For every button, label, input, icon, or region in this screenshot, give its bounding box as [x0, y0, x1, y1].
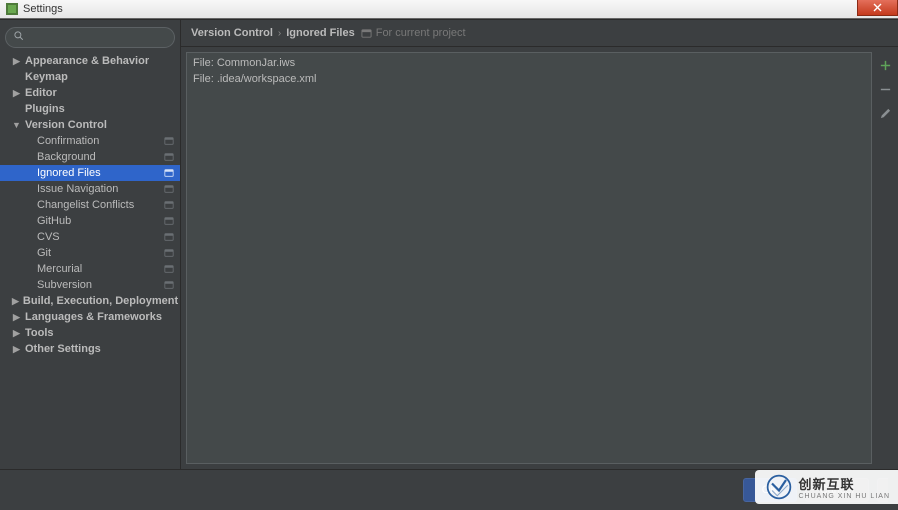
- arrow-right-icon: ▶: [12, 345, 21, 354]
- arrow-right-icon: ▶: [12, 57, 21, 66]
- tree-item[interactable]: Background: [0, 149, 180, 165]
- tree-item[interactable]: ▶ Other Settings: [0, 341, 180, 357]
- tree-item-label: Appearance & Behavior: [25, 55, 174, 67]
- watermark-logo-icon: [765, 473, 793, 501]
- project-scope-icon: [164, 200, 174, 210]
- arrow-down-icon: ▼: [12, 121, 21, 130]
- breadcrumb: Version Control › Ignored Files For curr…: [181, 20, 898, 47]
- tree-item-label: Other Settings: [25, 343, 174, 355]
- project-scope-icon: [164, 136, 174, 146]
- arrow-right-icon: ▶: [12, 89, 21, 98]
- app-icon: [5, 2, 19, 16]
- tree-item-label: Git: [37, 247, 164, 259]
- remove-button[interactable]: [876, 80, 894, 98]
- tree-item[interactable]: GitHub: [0, 213, 180, 229]
- tree-item[interactable]: ▶ Languages & Frameworks: [0, 309, 180, 325]
- project-scope-icon: [164, 248, 174, 258]
- project-scope-icon: [164, 184, 174, 194]
- tree-item[interactable]: Changelist Conflicts: [0, 197, 180, 213]
- tree-item[interactable]: ▶ Build, Execution, Deployment: [0, 293, 180, 309]
- watermark-text-cn: 创新互联: [798, 474, 890, 493]
- tree-item-label: Changelist Conflicts: [37, 199, 164, 211]
- tree-item[interactable]: Issue Navigation: [0, 181, 180, 197]
- tree-item-label: Keymap: [25, 71, 174, 83]
- list-item[interactable]: File: CommonJar.iws: [187, 55, 871, 71]
- titlebar: Settings: [0, 0, 898, 19]
- ignored-files-list[interactable]: File: CommonJar.iwsFile: .idea/workspace…: [186, 52, 872, 464]
- settings-window: Settings ▶ Appearance & Behavior Keymap ▶ Ed…: [0, 0, 898, 510]
- arrow-right-icon: ▶: [12, 313, 21, 322]
- tree-item-label: Build, Execution, Deployment: [23, 295, 178, 307]
- tree-item[interactable]: Subversion: [0, 277, 180, 293]
- breadcrumb-scope: For current project: [376, 27, 466, 39]
- tree-item[interactable]: ▶ Editor: [0, 85, 180, 101]
- tree-item[interactable]: ▼ Version Control: [0, 117, 180, 133]
- settings-tree: ▶ Appearance & Behavior Keymap ▶ Editor Plugi…: [0, 53, 180, 357]
- settings-sidebar: ▶ Appearance & Behavior Keymap ▶ Editor Plugi…: [0, 20, 181, 469]
- project-scope-icon: [164, 168, 174, 178]
- project-scope-icon: [361, 28, 372, 39]
- watermark-text-py: CHUANG XIN HU LIAN: [798, 493, 890, 500]
- arrow-right-icon: ▶: [12, 329, 21, 338]
- tree-item[interactable]: Git: [0, 245, 180, 261]
- project-scope-icon: [164, 280, 174, 290]
- tree-item-label: Ignored Files: [37, 167, 164, 179]
- edit-button[interactable]: [876, 104, 894, 122]
- tree-item-label: Version Control: [25, 119, 174, 131]
- tree-item-label: GitHub: [37, 215, 164, 227]
- search-input[interactable]: [29, 32, 171, 44]
- project-scope-icon: [164, 216, 174, 226]
- breadcrumb-parent[interactable]: Version Control: [191, 27, 273, 39]
- tree-item-label: Languages & Frameworks: [25, 311, 174, 323]
- project-scope-icon: [164, 264, 174, 274]
- project-scope-icon: [164, 152, 174, 162]
- tree-item[interactable]: CVS: [0, 229, 180, 245]
- search-field[interactable]: [5, 27, 175, 48]
- main-panel: Version Control › Ignored Files For curr…: [181, 20, 898, 469]
- tree-item[interactable]: ▶ Appearance & Behavior: [0, 53, 180, 69]
- tree-item[interactable]: Mercurial: [0, 261, 180, 277]
- tree-item-label: Tools: [25, 327, 174, 339]
- chevron-right-icon: ›: [278, 28, 281, 39]
- search-icon: [13, 29, 25, 47]
- tree-item-label: Issue Navigation: [37, 183, 164, 195]
- project-scope-icon: [164, 232, 174, 242]
- tree-item-label: Confirmation: [37, 135, 164, 147]
- tree-item-label: Editor: [25, 87, 174, 99]
- tree-item-label: Mercurial: [37, 263, 164, 275]
- tree-item-label: CVS: [37, 231, 164, 243]
- window-close-button[interactable]: [857, 0, 898, 16]
- list-toolbar: [872, 52, 898, 464]
- watermark: 创新互联 CHUANG XIN HU LIAN: [755, 470, 898, 504]
- tree-item[interactable]: Confirmation: [0, 133, 180, 149]
- tree-item[interactable]: Ignored Files: [0, 165, 180, 181]
- tree-item[interactable]: Plugins: [0, 101, 180, 117]
- tree-item-label: Background: [37, 151, 164, 163]
- tree-item[interactable]: Keymap: [0, 69, 180, 85]
- tree-item-label: Subversion: [37, 279, 164, 291]
- list-item[interactable]: File: .idea/workspace.xml: [187, 71, 871, 87]
- breadcrumb-current: Ignored Files: [286, 27, 354, 39]
- add-button[interactable]: [876, 56, 894, 74]
- tree-item-label: Plugins: [25, 103, 174, 115]
- arrow-right-icon: ▶: [12, 297, 19, 306]
- tree-item[interactable]: ▶ Tools: [0, 325, 180, 341]
- window-title: Settings: [23, 3, 63, 15]
